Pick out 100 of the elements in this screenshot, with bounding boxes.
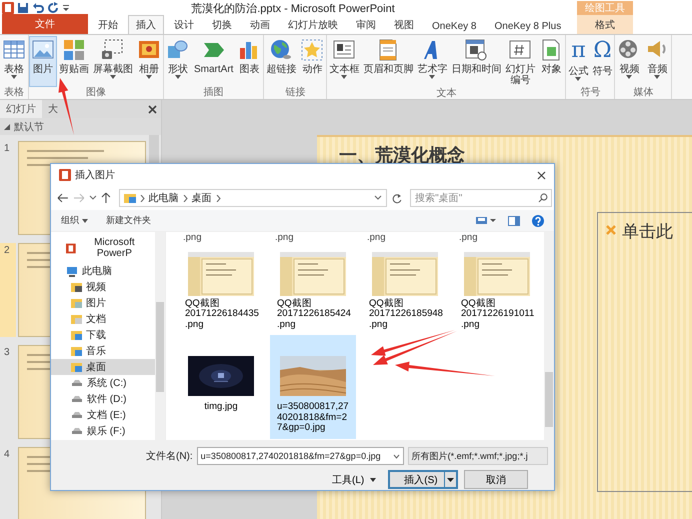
- ribbon-tab[interactable]: 动画: [242, 15, 278, 34]
- collapse-icon[interactable]: [4, 124, 10, 130]
- preview-pane-icon[interactable]: [508, 216, 520, 226]
- file-item[interactable]: QQ截图 20171226191011 .png: [454, 244, 540, 335]
- save-icon[interactable]: [17, 2, 29, 14]
- help-icon[interactable]: [532, 214, 544, 226]
- ribbon-tab[interactable]: OneKey 8 Plus: [486, 18, 570, 34]
- symbol-icon: π: [571, 38, 586, 64]
- file-item[interactable]: u=350800817,27 40201818&fm=2 7&gp=0.jpg: [270, 335, 356, 438]
- filename-field[interactable]: u=350800817,2740201818&fm=27&gp=0.jpg: [196, 447, 404, 465]
- breadcrumb[interactable]: 桌面: [192, 191, 212, 205]
- ribbon-button[interactable]: 图片: [29, 36, 57, 87]
- ribbon-tab[interactable]: 视图: [386, 15, 422, 34]
- slide-number[interactable]: 3: [0, 345, 16, 439]
- chevron-icon[interactable]: [88, 195, 97, 201]
- slide-number[interactable]: 2: [0, 243, 16, 337]
- new-folder-button[interactable]: 新建文件夹: [106, 214, 151, 227]
- file-tab[interactable]: 文件: [2, 14, 88, 34]
- chevron-icon[interactable]: [374, 195, 382, 201]
- file-item[interactable]: QQ截图 20171226184435 .png: [178, 244, 264, 335]
- chevron-icon: [140, 194, 144, 202]
- ribbon-button[interactable]: 相册: [135, 36, 163, 87]
- nav-item[interactable]: 娱乐 (F:): [51, 423, 155, 439]
- scrollbar[interactable]: [155, 232, 165, 440]
- file-item[interactable]: QQ截图 20171226185948 .png: [362, 244, 448, 335]
- refresh-icon[interactable]: [391, 192, 402, 204]
- tools-button[interactable]: 工具(L): [326, 470, 382, 489]
- placeholder-text: 单击此: [622, 221, 673, 243]
- ribbon-button[interactable]: 屏幕截图: [91, 36, 135, 87]
- caret-icon: [370, 478, 376, 482]
- ribbon-button[interactable]: 超链接: [264, 36, 298, 87]
- ribbon-tab[interactable]: 插入: [128, 15, 164, 34]
- ribbon-button[interactable]: 图表: [235, 36, 264, 87]
- file-item[interactable]: QQ截图 20171226185424 .png: [270, 244, 356, 335]
- placeholder-box[interactable]: 单击此: [597, 212, 692, 492]
- ribbon-tab[interactable]: 审阅: [348, 15, 384, 34]
- ribbon-button[interactable]: 视频: [615, 36, 644, 87]
- screenshot-thumbnail: [188, 252, 254, 296]
- breadcrumb[interactable]: 此电脑: [148, 191, 178, 205]
- back-icon[interactable]: [57, 193, 69, 203]
- customize-icon[interactable]: [62, 2, 70, 14]
- insert-button[interactable]: 插入(S): [388, 470, 458, 489]
- ribbon-tab[interactable]: 切换: [204, 15, 240, 34]
- group-label: 表格: [3, 87, 25, 99]
- nav-item[interactable]: 桌面: [51, 359, 155, 375]
- ribbon-button[interactable]: 对象: [537, 36, 566, 88]
- ribbon-tab[interactable]: 设计: [166, 15, 202, 34]
- ribbon-button[interactable]: 动作: [298, 36, 326, 87]
- ribbon-button[interactable]: 音频: [643, 36, 672, 87]
- drive-icon: [71, 379, 83, 387]
- file-item[interactable]: .png: [270, 232, 356, 244]
- nav-item[interactable]: 文档 (E:): [51, 407, 155, 423]
- ribbon-button[interactable]: 形状: [164, 36, 192, 87]
- file-item[interactable]: .png: [454, 232, 540, 244]
- close-icon[interactable]: [537, 170, 546, 180]
- nav-item[interactable]: 文档: [51, 311, 155, 327]
- folder-icon: [71, 346, 82, 356]
- ribbon-button[interactable]: Ω 符号: [590, 36, 614, 87]
- ribbon-tab[interactable]: 开始: [90, 15, 126, 34]
- panel-tab[interactable]: 幻灯片: [0, 100, 42, 118]
- file-name: .png: [274, 233, 294, 244]
- section-label[interactable]: 默认节: [14, 120, 44, 134]
- ribbon-button[interactable]: 幻灯片编号: [503, 36, 538, 88]
- folder-icon: [71, 282, 82, 292]
- ribbon-button[interactable]: 剪贴画: [57, 36, 91, 87]
- computer-icon: [66, 266, 78, 276]
- ribbon-button[interactable]: 日期和时间: [449, 36, 504, 88]
- file-type-dropdown[interactable]: 所有图片(*.emf;*.wmf;*.jpg;*.j: [408, 447, 548, 465]
- up-icon[interactable]: [100, 192, 110, 204]
- nav-item[interactable]: 音乐: [51, 343, 155, 359]
- file-item[interactable]: .png: [362, 232, 448, 244]
- file-item[interactable]: timg.jpg: [178, 335, 264, 438]
- nav-item[interactable]: 系统 (C:): [51, 375, 155, 391]
- file-item[interactable]: .png: [178, 232, 264, 244]
- ribbon-button[interactable]: 表格: [0, 36, 28, 87]
- ribbon-button[interactable]: 页眉和页脚: [361, 36, 416, 88]
- cancel-button[interactable]: 取消: [464, 470, 528, 489]
- ribbon-button[interactable]: 艺术字: [415, 36, 450, 88]
- ribbon-button[interactable]: π 公式: [566, 36, 590, 87]
- nav-item[interactable]: 软件 (D:): [51, 391, 155, 407]
- organize-button[interactable]: 组织: [61, 214, 88, 227]
- nav-item[interactable]: Microsoft PowerP: [51, 240, 155, 256]
- nav-item[interactable]: 此电脑: [51, 263, 155, 279]
- slide-number[interactable]: 1: [0, 141, 16, 235]
- ribbon-button[interactable]: 文本框: [327, 36, 362, 88]
- slide-number[interactable]: 4: [0, 447, 16, 519]
- ribbon-button[interactable]: SmartArt: [192, 36, 236, 87]
- close-icon[interactable]: [148, 104, 157, 114]
- address-bar[interactable]: 此电脑 桌面: [118, 189, 388, 207]
- redo-icon[interactable]: [47, 2, 59, 14]
- ribbon-tab[interactable]: 幻灯片放映: [280, 15, 346, 34]
- undo-icon[interactable]: [32, 2, 44, 14]
- nav-item[interactable]: 视频: [51, 279, 155, 295]
- nav-item[interactable]: 图片: [51, 295, 155, 311]
- search-field[interactable]: 搜索"桌面": [410, 189, 552, 207]
- view-icon[interactable]: [476, 216, 496, 225]
- nav-item[interactable]: 下载: [51, 327, 155, 343]
- panel-tab[interactable]: 大: [42, 100, 64, 118]
- ribbon-tab[interactable]: OneKey 8: [424, 18, 484, 34]
- scrollbar[interactable]: [544, 232, 554, 440]
